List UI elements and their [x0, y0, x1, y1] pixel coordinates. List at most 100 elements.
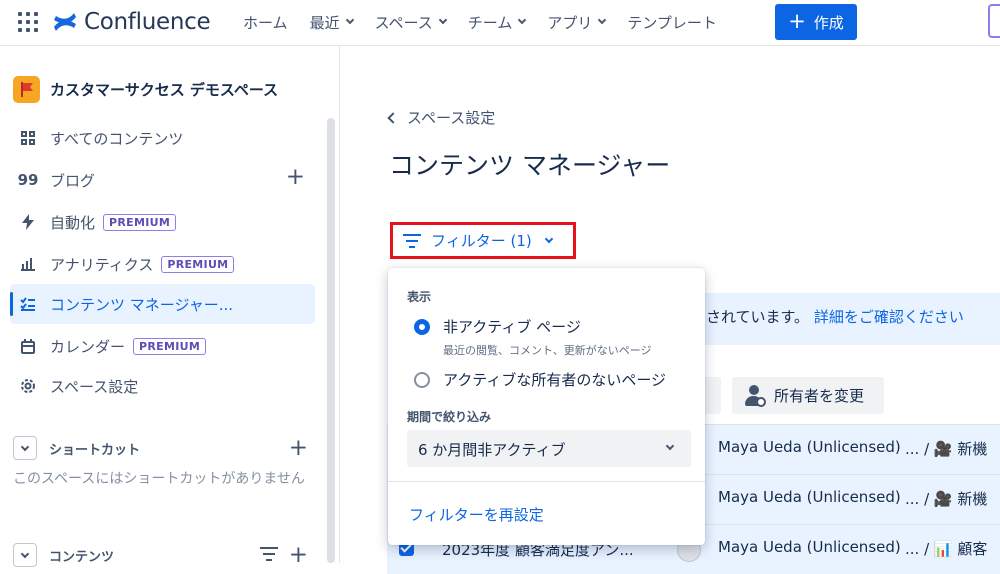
- period-section-label: 期間で絞り込み: [407, 410, 492, 424]
- sidebar-item-label: 自動化: [50, 213, 96, 232]
- filter-button[interactable]: フィルター (1): [390, 222, 576, 259]
- filter-icon: [403, 233, 421, 248]
- bar-chart-icon: [18, 254, 38, 274]
- chevron-down-icon: [665, 441, 675, 451]
- space-name: カスタマーサクセス デモスペース: [50, 81, 279, 99]
- content-label: コンテンツ: [49, 549, 115, 565]
- create-label: 作成: [813, 13, 844, 32]
- sidebar-item-analytics[interactable]: アナリティクス PREMIUM: [10, 244, 315, 284]
- chevron-down-icon[interactable]: [13, 436, 37, 460]
- banner-details-link[interactable]: 詳細をご確認ください: [814, 308, 964, 326]
- nav-label: チーム: [467, 13, 513, 32]
- chevron-down-icon: [598, 15, 607, 25]
- nav-label: スペース: [374, 13, 433, 32]
- sidebar-item-calendar[interactable]: カレンダー PREMIUM: [10, 326, 315, 366]
- radio-inactive-pages-label[interactable]: 非アクティブ ページ: [443, 316, 581, 337]
- nav-recent[interactable]: 最近: [299, 12, 364, 33]
- radio-no-active-owner[interactable]: [414, 372, 430, 388]
- radio-no-active-owner-label[interactable]: アクティブな所有者のないページ: [443, 369, 666, 390]
- banner-message: されています。: [706, 308, 810, 326]
- confluence-logo[interactable]: Confluence: [52, 8, 211, 36]
- main-nav: ホーム 最近 スペース チーム アプリ テンプレート: [232, 0, 728, 44]
- create-button[interactable]: + 作成: [775, 4, 857, 40]
- radio-inactive-pages[interactable]: [414, 319, 430, 335]
- sidebar-item-label: カレンダー: [50, 337, 126, 356]
- nav-apps[interactable]: アプリ: [536, 12, 616, 33]
- nav-spaces[interactable]: スペース: [364, 12, 457, 33]
- sidebar-scrollbar[interactable]: [327, 118, 335, 563]
- filter-label: フィルター (1): [431, 232, 532, 250]
- quote-icon: 99: [17, 171, 39, 189]
- chevron-down-icon: [518, 15, 527, 25]
- divider: [388, 481, 705, 482]
- change-owner-button[interactable]: 所有者を変更: [732, 377, 884, 414]
- space-sidebar: カスタマーサクセス デモスペース すべてのコンテンツ 99 ブログ + 自動化 …: [0, 46, 340, 567]
- grid-icon: [18, 128, 38, 148]
- app-switcher-icon[interactable]: [18, 12, 38, 32]
- premium-badge: PREMIUM: [133, 337, 207, 355]
- period-select-value: 6 か月間非アクティブ: [418, 441, 566, 459]
- premium-badge: PREMIUM: [103, 213, 177, 231]
- sidebar-item-label: すべてのコンテンツ: [50, 129, 184, 148]
- owner-name: Maya Ueda (Unlicensed): [718, 488, 901, 506]
- plus-icon: +: [788, 8, 806, 33]
- shortcuts-label: ショートカット: [49, 442, 141, 458]
- nav-label: テンプレート: [627, 13, 717, 32]
- page-path[interactable]: ... / 🎥 新機: [905, 438, 987, 459]
- shortcuts-empty-text: このスペースにはショートカットがありません: [13, 471, 305, 487]
- page-title: コンテンツ マネージャー: [389, 151, 671, 180]
- page-path[interactable]: ... / 🎥 新機: [905, 488, 987, 509]
- top-navigation: Confluence ホーム 最近 スペース チーム アプリ テンプレート + …: [0, 0, 1000, 46]
- change-owner-icon: [744, 384, 766, 407]
- add-content-button[interactable]: +: [289, 543, 308, 567]
- back-to-space-settings-link[interactable]: スペース設定: [387, 107, 496, 128]
- owner-name: Maya Ueda (Unlicensed): [718, 538, 901, 556]
- owner-name: Maya Ueda (Unlicensed): [718, 438, 901, 456]
- page-path[interactable]: ... / 📊 顧客: [905, 538, 987, 559]
- back-link-label: スペース設定: [407, 109, 496, 127]
- sidebar-item-automation[interactable]: 自動化 PREMIUM: [10, 202, 315, 242]
- confluence-icon: [54, 13, 76, 31]
- sidebar-item-all-content[interactable]: すべてのコンテンツ: [10, 118, 315, 158]
- change-owner-label: 所有者を変更: [774, 387, 865, 405]
- add-shortcut-button[interactable]: +: [289, 436, 308, 460]
- lightning-icon: [18, 212, 38, 232]
- reset-filter-link[interactable]: フィルターを再設定: [409, 504, 544, 525]
- filter-dropdown: 表示 非アクティブ ページ 最近の閲覧、コメント、更新がないページ アクティブな…: [388, 268, 705, 545]
- content-section-header[interactable]: コンテンツ +: [13, 543, 308, 567]
- banner-text: されています。 詳細をご確認ください: [706, 306, 964, 327]
- chevron-down-icon: [544, 234, 553, 243]
- nav-home[interactable]: ホーム: [232, 12, 299, 33]
- nav-teams[interactable]: チーム: [457, 12, 537, 33]
- space-header[interactable]: カスタマーサクセス デモスペース: [13, 76, 278, 103]
- radio-inactive-pages-help: 最近の閲覧、コメント、更新がないページ: [443, 344, 652, 357]
- space-flag-icon: [13, 76, 40, 103]
- search-field-edge[interactable]: [988, 4, 1000, 38]
- chevron-down-icon[interactable]: [13, 543, 37, 567]
- logo-text: Confluence: [84, 9, 211, 35]
- sidebar-item-label: スペース設定: [50, 377, 139, 396]
- chevron-left-icon: [387, 111, 399, 124]
- shortcuts-section-header[interactable]: ショートカット +: [13, 436, 308, 460]
- checklist-icon: [18, 294, 38, 314]
- period-select[interactable]: 6 か月間非アクティブ: [407, 430, 691, 467]
- sidebar-item-label: アナリティクス: [50, 255, 154, 274]
- nav-label: ホーム: [243, 13, 288, 32]
- premium-badge: PREMIUM: [161, 255, 235, 273]
- sidebar-item-blog[interactable]: 99 ブログ +: [10, 160, 315, 200]
- nav-label: アプリ: [547, 13, 593, 32]
- active-indicator: [10, 292, 13, 316]
- info-banner: されています。 詳細をご確認ください: [696, 293, 1000, 345]
- nav-templates[interactable]: テンプレート: [616, 12, 728, 33]
- sidebar-item-label: ブログ: [50, 171, 96, 190]
- chevron-down-icon: [345, 15, 354, 25]
- sidebar-item-content-manager[interactable]: コンテンツ マネージャー...: [10, 284, 315, 324]
- chevron-down-icon: [438, 15, 448, 25]
- sidebar-item-space-settings[interactable]: スペース設定: [10, 366, 315, 406]
- show-section-label: 表示: [407, 290, 432, 304]
- gear-icon: [18, 376, 38, 396]
- sidebar-item-label: コンテンツ マネージャー...: [50, 295, 234, 314]
- add-blog-button[interactable]: +: [286, 166, 305, 189]
- filter-icon[interactable]: [260, 547, 278, 565]
- nav-label: 最近: [309, 13, 340, 32]
